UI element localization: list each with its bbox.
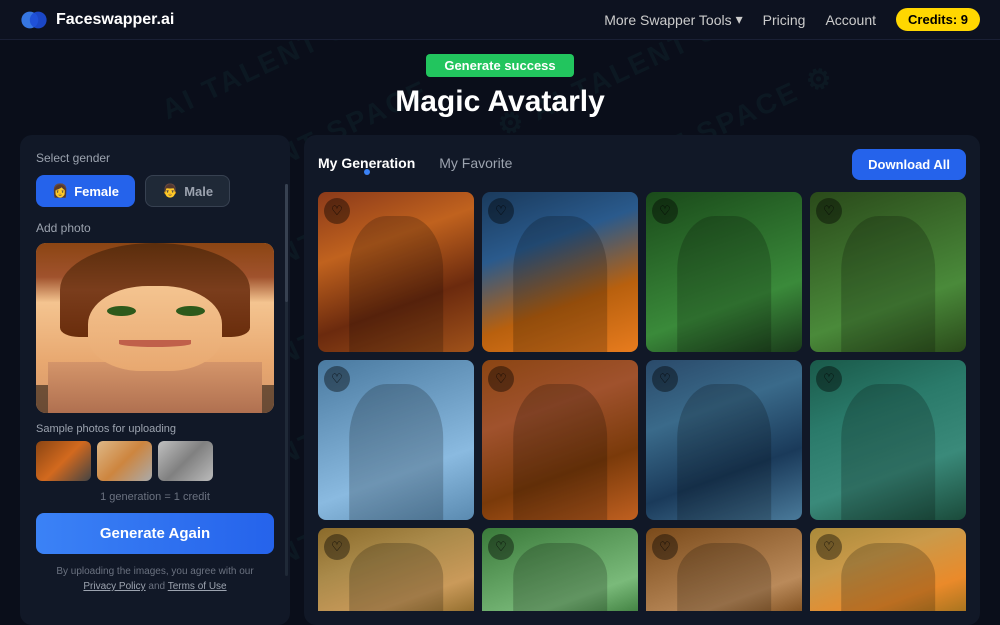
gallery-item[interactable]: ♡ ⬇ ⊕	[810, 192, 966, 352]
heart-icon: ♡	[331, 371, 343, 387]
sample-photos-label: Sample photos for uploading	[36, 423, 274, 435]
zoom-button[interactable]: ⊕	[890, 486, 918, 514]
tabs: My Generation My Favorite	[318, 155, 512, 175]
zoom-icon: ⊕	[407, 324, 418, 340]
heart-icon: ♡	[495, 371, 507, 387]
download-button[interactable]: ⬇	[530, 486, 558, 514]
chevron-down-icon: ▾	[736, 11, 743, 28]
gallery-item[interactable]: ♡ ⬇ ⊕	[810, 360, 966, 520]
photo-preview[interactable]: Replace face(s) on red	[36, 243, 274, 413]
download-button[interactable]: ⬇	[858, 486, 886, 514]
gallery-item[interactable]: ♡ ⬇ ⊕	[482, 360, 638, 520]
zoom-button[interactable]: ⊕	[726, 486, 754, 514]
download-all-button[interactable]: Download All	[852, 149, 966, 180]
download-button[interactable]: ⬇	[366, 318, 394, 346]
favorite-button[interactable]: ♡	[816, 198, 842, 224]
gallery-grid: ♡ ⬇ ⊕ ♡	[318, 192, 966, 611]
gender-buttons: 👩 Female 👨 Male	[36, 175, 274, 207]
sample-photos-row	[36, 441, 274, 481]
heart-icon: ♡	[331, 203, 343, 219]
heart-icon: ♡	[823, 203, 835, 219]
account-link[interactable]: Account	[825, 12, 876, 28]
nav-right: More Swapper Tools ▾ Pricing Account Cre…	[604, 8, 980, 31]
favorite-button[interactable]: ♡	[488, 366, 514, 392]
heart-icon: ♡	[495, 203, 507, 219]
download-icon: ⬇	[375, 324, 386, 340]
tabs-row: My Generation My Favorite Download All	[318, 149, 966, 180]
pricing-link[interactable]: Pricing	[763, 12, 806, 28]
sample-thumb-3[interactable]	[158, 441, 213, 481]
download-button[interactable]: ⬇	[366, 486, 394, 514]
heart-icon: ♡	[659, 371, 671, 387]
favorite-button[interactable]: ♡	[324, 366, 350, 392]
add-photo-label: Add photo	[36, 221, 274, 235]
favorite-button[interactable]: ♡	[652, 198, 678, 224]
gallery-item[interactable]: ♡ ⬇ ⊕	[318, 360, 474, 520]
zoom-button[interactable]: ⊕	[562, 318, 590, 346]
terms-of-use-link[interactable]: Terms of Use	[168, 581, 227, 592]
tab-my-generation[interactable]: My Generation	[318, 155, 415, 175]
female-emoji-icon: 👩	[52, 183, 68, 199]
favorite-button[interactable]: ♡	[816, 534, 842, 560]
favorite-button[interactable]: ♡	[488, 198, 514, 224]
sample-thumb-2[interactable]	[97, 441, 152, 481]
favorite-button[interactable]: ♡	[652, 534, 678, 560]
download-button[interactable]: ⬇	[694, 318, 722, 346]
terms-text: By uploading the images, you agree with …	[36, 564, 274, 594]
zoom-button[interactable]: ⊕	[398, 318, 426, 346]
favorite-button[interactable]: ♡	[488, 534, 514, 560]
favorite-button[interactable]: ♡	[324, 198, 350, 224]
logo-area[interactable]: Faceswapper.ai	[20, 6, 174, 34]
success-badge: Generate success	[426, 54, 573, 77]
download-button[interactable]: ⬇	[694, 486, 722, 514]
more-tools-link[interactable]: More Swapper Tools ▾	[604, 11, 742, 28]
male-gender-button[interactable]: 👨 Male	[145, 175, 230, 207]
navbar: Faceswapper.ai More Swapper Tools ▾ Pric…	[0, 0, 1000, 40]
gallery-item[interactable]: ♡ ⬇ ⊕	[482, 192, 638, 352]
heart-icon: ♡	[659, 203, 671, 219]
favorite-button[interactable]: ♡	[652, 366, 678, 392]
page-title: Magic Avatarly	[395, 85, 605, 119]
gallery-item[interactable]: ♡ ⬇ ⊕	[646, 192, 802, 352]
gallery-item[interactable]: ♡	[318, 528, 474, 611]
gallery-item[interactable]: ♡ ⬇ ⊕	[318, 192, 474, 352]
zoom-button[interactable]: ⊕	[890, 318, 918, 346]
favorite-button[interactable]: ♡	[816, 366, 842, 392]
heart-icon: ♡	[823, 371, 835, 387]
sample-thumb-1[interactable]	[36, 441, 91, 481]
gallery-item[interactable]: ♡	[810, 528, 966, 611]
favorite-button[interactable]: ♡	[324, 534, 350, 560]
logo-icon	[20, 6, 48, 34]
photo-preview-inner	[36, 243, 274, 413]
gallery-item[interactable]: ♡	[646, 528, 802, 611]
right-panel: My Generation My Favorite Download All ♡…	[304, 135, 980, 625]
female-gender-button[interactable]: 👩 Female	[36, 175, 135, 207]
panels-container: Select gender 👩 Female 👨 Male Add photo	[20, 135, 980, 625]
left-panel-scrollbar[interactable]	[285, 184, 288, 576]
brand-name: Faceswapper.ai	[56, 11, 174, 29]
male-emoji-icon: 👨	[162, 183, 178, 199]
credit-info: 1 generation = 1 credit	[36, 491, 274, 503]
gallery-item[interactable]: ♡ ⬇ ⊕	[646, 360, 802, 520]
gallery-item[interactable]: ♡	[482, 528, 638, 611]
zoom-button[interactable]: ⊕	[562, 486, 590, 514]
privacy-policy-link[interactable]: Privacy Policy	[83, 581, 145, 592]
credits-badge[interactable]: Credits: 9	[896, 8, 980, 31]
generate-again-button[interactable]: Generate Again	[36, 513, 274, 554]
select-gender-label: Select gender	[36, 151, 274, 165]
download-button[interactable]: ⬇	[858, 318, 886, 346]
zoom-button[interactable]: ⊕	[726, 318, 754, 346]
main-content: Generate success Magic Avatarly Select g…	[0, 40, 1000, 625]
zoom-button[interactable]: ⊕	[398, 486, 426, 514]
tab-my-favorite[interactable]: My Favorite	[439, 155, 512, 175]
left-panel: Select gender 👩 Female 👨 Male Add photo	[20, 135, 290, 625]
download-button[interactable]: ⬇	[530, 318, 558, 346]
